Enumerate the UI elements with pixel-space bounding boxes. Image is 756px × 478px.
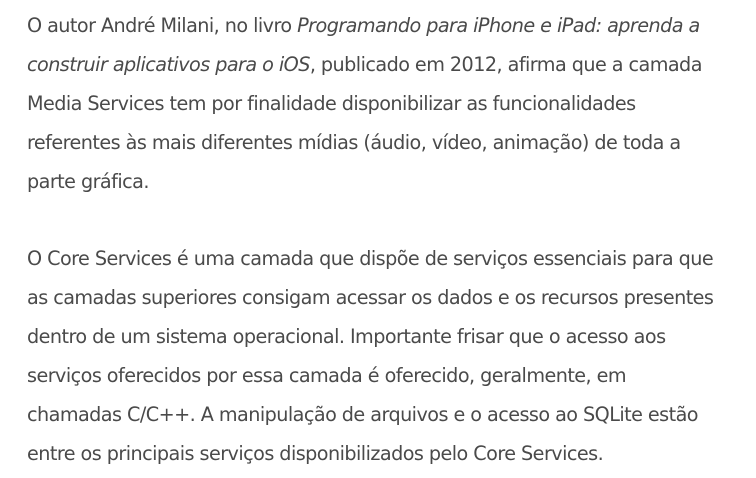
text-line: parte gráfica.	[27, 170, 149, 193]
paragraph-media-services: O autor André Milani, no livro Programan…	[27, 6, 752, 201]
text-span: , publicado em 2012, afirma que a camada	[309, 53, 703, 76]
text-line: entre os principais serviços disponibili…	[27, 442, 604, 465]
text-span: O autor André Milani, no livro	[27, 14, 298, 37]
text-line: as camadas superiores consigam acessar o…	[27, 286, 714, 309]
book-title: Programando para iPhone e iPad: aprenda …	[297, 14, 700, 37]
text-line: serviços oferecidos por essa camada é of…	[27, 364, 627, 387]
paragraph-core-services: O Core Services é uma camada que dispõe …	[27, 239, 752, 473]
text-line: O autor André Milani, no livro Programan…	[27, 6, 752, 45]
text-line: construir aplicativos para o iOS, public…	[27, 45, 752, 84]
text-line: dentro de um sistema operacional. Import…	[27, 325, 666, 348]
text-line: chamadas C/C++. A manipulação de arquivo…	[27, 403, 699, 426]
article-body: O autor André Milani, no livro Programan…	[27, 6, 752, 473]
book-title: construir aplicativos para o iOS	[27, 53, 310, 76]
text-line: Media Services tem por finalidade dispon…	[27, 92, 636, 115]
text-line: referentes às mais diferentes mídias (áu…	[27, 131, 681, 154]
text-line: O Core Services é uma camada que dispõe …	[27, 247, 714, 270]
